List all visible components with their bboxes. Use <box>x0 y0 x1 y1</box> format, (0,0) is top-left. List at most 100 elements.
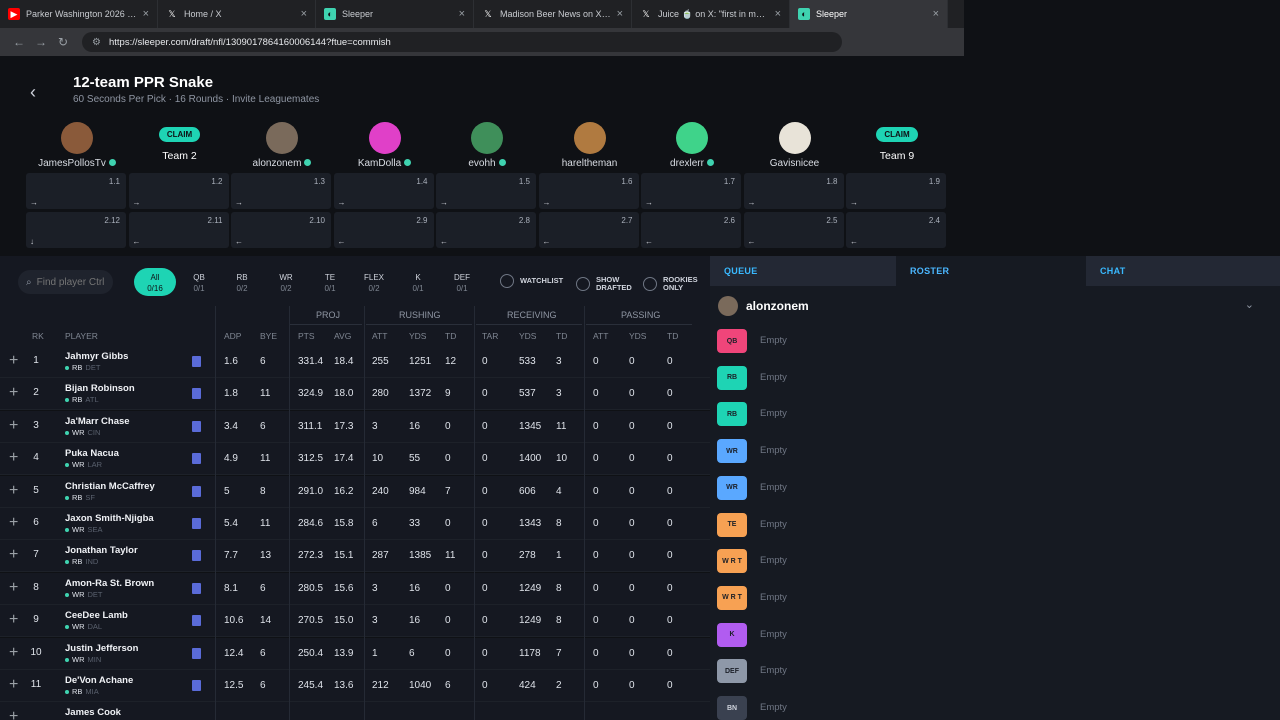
claim-button[interactable]: CLAIM <box>876 127 918 142</box>
draft-pick-cell[interactable]: 1.6 → <box>538 173 639 209</box>
player-name[interactable]: Puka Nacua <box>65 448 119 459</box>
team-slot[interactable]: CLAIM Team 9 <box>846 122 948 162</box>
browser-tab[interactable]: ◐ Sleeper × <box>790 0 948 28</box>
news-icon[interactable] <box>192 453 201 465</box>
add-to-queue-icon[interactable]: + <box>9 644 18 660</box>
news-icon[interactable] <box>192 420 201 432</box>
add-to-queue-icon[interactable]: + <box>9 417 18 433</box>
player-name[interactable]: Jonathan Taylor <box>65 545 138 556</box>
add-to-queue-icon[interactable]: + <box>9 515 18 531</box>
player-name[interactable]: Ja'Marr Chase <box>65 416 130 427</box>
col-rec-td[interactable]: TD <box>556 331 567 341</box>
table-row[interactable]: +7 Jonathan Taylor RB IND 7.7 13 272.3 15.1 287 1… <box>0 540 710 573</box>
col-pts[interactable]: PTS <box>298 331 315 341</box>
col-adp[interactable]: ADP <box>224 331 241 341</box>
close-icon[interactable]: × <box>143 8 149 20</box>
back-chevron-icon[interactable]: ‹ <box>30 82 36 103</box>
draft-pick-cell[interactable]: 2.7 ← <box>538 212 639 248</box>
news-icon[interactable] <box>192 356 201 367</box>
col-rush-yds[interactable]: YDS <box>409 331 426 341</box>
draft-pick-cell[interactable]: 1.1 → <box>26 173 126 209</box>
draft-pick-cell[interactable]: 1.4 → <box>333 173 434 209</box>
watchlist-radio[interactable] <box>500 274 514 288</box>
team-slot[interactable]: drexlerr <box>641 122 743 169</box>
draft-pick-cell[interactable]: 1.5 → <box>436 173 536 209</box>
add-to-queue-icon[interactable]: + <box>9 482 18 498</box>
team-slot[interactable]: KamDolla <box>334 122 436 169</box>
player-name[interactable]: Christian McCaffrey <box>65 481 155 492</box>
player-name[interactable]: James Cook <box>65 707 121 718</box>
table-row[interactable]: +1 Jahmyr Gibbs RB DET 1.6 6 331.4 18.4 255 1251 1… <box>0 346 710 378</box>
player-name[interactable]: Bijan Robinson <box>65 383 135 394</box>
player-search[interactable]: ⌕ <box>18 270 113 294</box>
draft-pick-cell[interactable]: 1.3 → <box>231 173 331 209</box>
col-avg[interactable]: AVG <box>334 331 351 341</box>
url-input[interactable]: ⚙ https://sleeper.com/draft/nfl/13090178… <box>82 32 842 52</box>
add-to-queue-icon[interactable]: + <box>9 353 18 369</box>
draft-pick-cell[interactable]: 2.6 ← <box>641 212 741 248</box>
show-drafted-radio[interactable] <box>576 277 590 291</box>
forward-arrow-icon[interactable]: → <box>30 35 52 49</box>
player-name[interactable]: De'Von Achane <box>65 675 133 686</box>
news-icon[interactable] <box>192 550 201 562</box>
filter-qb[interactable]: QB 0/1 <box>179 268 219 296</box>
filter-flex[interactable]: FLEX 0/2 <box>354 268 394 296</box>
filter-wr[interactable]: WR 0/2 <box>266 268 306 296</box>
filter-rb[interactable]: RB 0/2 <box>222 268 262 296</box>
watchlist-toggle[interactable]: WATCHLIST <box>500 274 563 288</box>
draft-pick-cell[interactable]: 2.4 ← <box>846 212 946 248</box>
player-name[interactable]: Amon-Ra St. Brown <box>65 578 154 589</box>
rookies-only-radio[interactable] <box>643 277 657 291</box>
team-slot[interactable]: Gavisnicee <box>744 122 846 169</box>
claim-button[interactable]: CLAIM <box>158 127 201 142</box>
col-rush-td[interactable]: TD <box>445 331 456 341</box>
filter-all[interactable]: All 0/16 <box>134 268 176 296</box>
table-row[interactable]: + James Cook <box>0 702 710 720</box>
close-icon[interactable]: × <box>617 8 623 20</box>
browser-tab[interactable]: 𝕏 Madison Beer News on X: "Mad × <box>474 0 632 28</box>
draft-pick-cell[interactable]: 2.5 ← <box>743 212 844 248</box>
player-name[interactable]: Jahmyr Gibbs <box>65 351 128 362</box>
draft-pick-cell[interactable]: 2.9 ← <box>333 212 434 248</box>
browser-tab[interactable]: ◐ Sleeper × <box>316 0 474 28</box>
table-row[interactable]: +6 Jaxon Smith-Njigba WR SEA 5.4 11 284.6 15.8 6… <box>0 508 710 540</box>
roster-owner-selector[interactable]: alonzonem <box>718 296 809 316</box>
add-to-queue-icon[interactable]: + <box>9 579 18 595</box>
tab-chat[interactable]: CHAT <box>1086 256 1280 286</box>
filter-def[interactable]: DEF 0/1 <box>442 268 482 296</box>
tab-queue[interactable]: QUEUE <box>710 256 896 286</box>
browser-tab[interactable]: ▶ Parker Washington 2026 Fantas × <box>0 0 158 28</box>
news-icon[interactable] <box>192 485 201 497</box>
team-slot[interactable]: CLAIM Team 2 <box>129 122 231 162</box>
browser-tab[interactable]: 𝕏 Juice 🍵 on X: "first in my bloo × <box>632 0 790 28</box>
draft-pick-cell[interactable]: 1.9 → <box>846 173 946 209</box>
add-to-queue-icon[interactable]: + <box>9 677 18 693</box>
team-slot[interactable]: hareltheman <box>539 122 641 169</box>
add-to-queue-icon[interactable]: + <box>9 612 18 628</box>
col-pass-yds[interactable]: YDS <box>629 331 646 341</box>
col-pass-att[interactable]: ATT <box>593 331 608 341</box>
site-info-icon[interactable]: ⚙ <box>92 37 101 48</box>
draft-pick-cell[interactable]: 2.8 ← <box>436 212 536 248</box>
col-rec-yds[interactable]: YDS <box>519 331 536 341</box>
draft-pick-cell[interactable]: 1.7 → <box>641 173 741 209</box>
news-icon[interactable] <box>192 680 201 691</box>
col-player[interactable]: PLAYER <box>65 331 98 341</box>
news-icon[interactable] <box>192 518 201 529</box>
draft-pick-cell[interactable]: 2.12 ↓ <box>26 212 126 248</box>
tab-roster[interactable]: ROSTER <box>896 256 1086 286</box>
news-icon[interactable] <box>192 615 201 627</box>
col-rec-tar[interactable]: TAR <box>482 331 498 341</box>
col-bye[interactable]: BYE <box>260 331 277 341</box>
draft-pick-cell[interactable]: 1.8 → <box>743 173 844 209</box>
table-row[interactable]: +2 Bijan Robinson RB ATL 1.8 11 324.9 18.0 280 13… <box>0 378 710 411</box>
close-icon[interactable]: × <box>301 8 307 20</box>
chevron-down-icon[interactable]: ⌄ <box>1245 298 1254 311</box>
reload-icon[interactable]: ↻ <box>52 35 74 49</box>
news-icon[interactable] <box>192 388 201 400</box>
col-rk[interactable]: RK <box>32 331 44 341</box>
draft-pick-cell[interactable]: 2.10 ← <box>231 212 331 248</box>
close-icon[interactable]: × <box>459 8 465 20</box>
col-rush-att[interactable]: ATT <box>372 331 387 341</box>
close-icon[interactable]: × <box>933 8 939 20</box>
